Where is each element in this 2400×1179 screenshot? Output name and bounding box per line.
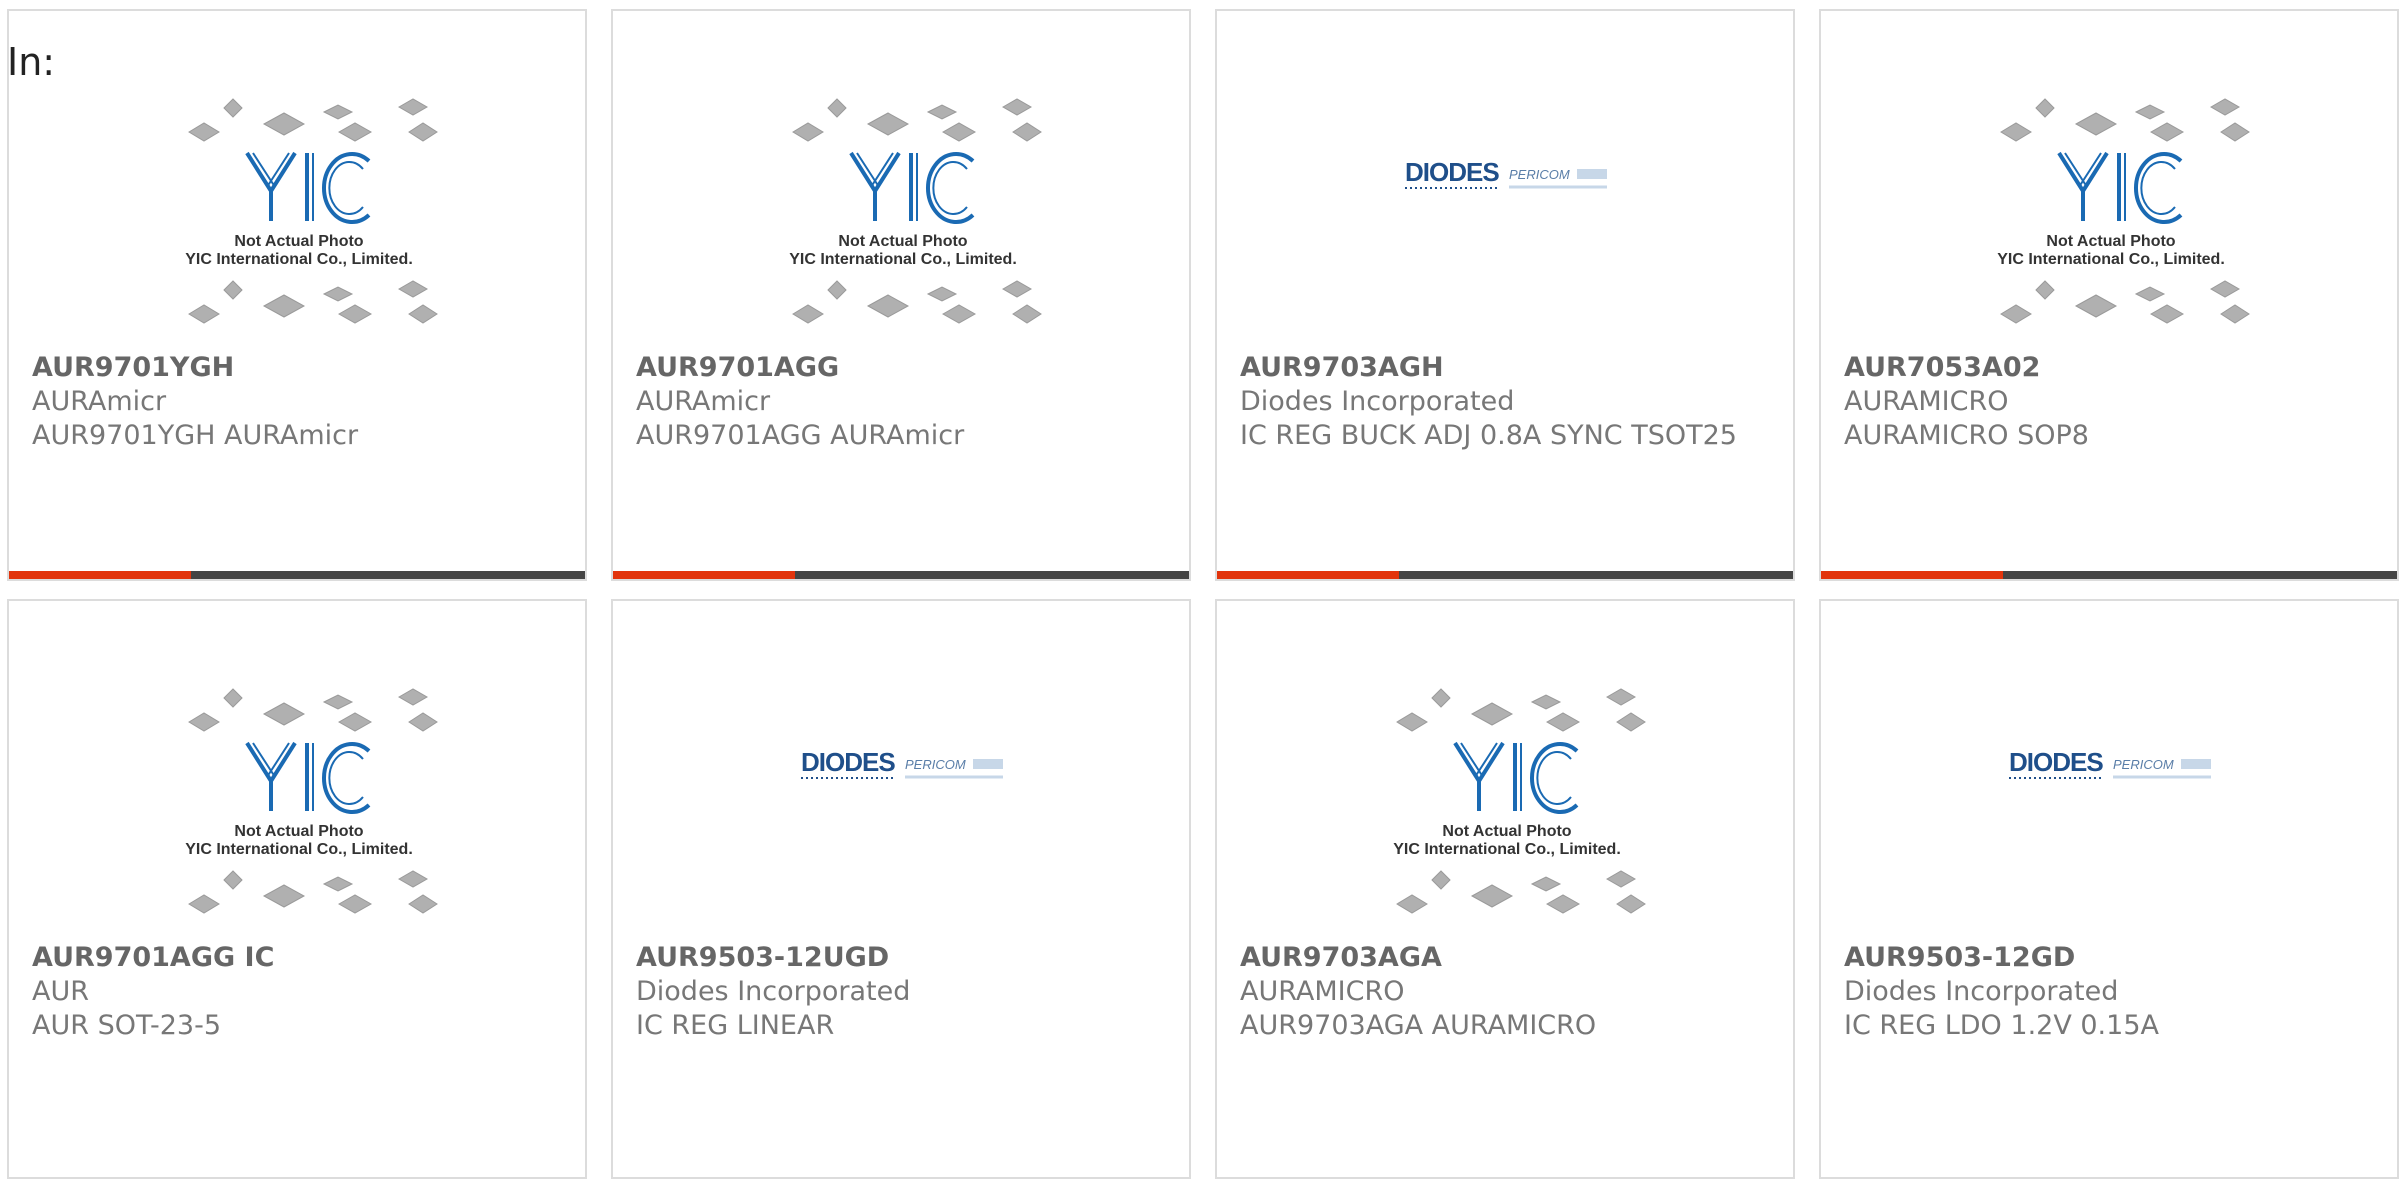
product-card[interactable]: DIODES PERICOM AUR9503-12UGD Diodes Inco… xyxy=(611,599,1191,1179)
part-number[interactable]: AUR9701YGH xyxy=(32,351,562,385)
svg-text:DIODES: DIODES xyxy=(801,747,895,777)
part-number[interactable]: AUR9503-12UGD xyxy=(636,941,1166,975)
yic-placeholder-graphic: Not Actual Photo YIC International Co., … xyxy=(185,688,438,914)
product-image[interactable]: Not Actual Photo YIC International Co., … xyxy=(613,91,1189,361)
manufacturer: AURAmicr xyxy=(32,386,167,417)
description: AUR9701AGG AURAmicr xyxy=(636,420,965,451)
svg-text:PERICOM: PERICOM xyxy=(1509,167,1570,182)
diodes-logo-graphic: DIODES PERICOM xyxy=(2009,747,2211,779)
part-number[interactable]: AUR9703AGA xyxy=(1240,941,1770,975)
manufacturer: AURAMICRO xyxy=(1240,976,1405,1007)
manufacturer: AURAMICRO xyxy=(1844,386,2009,417)
product-image[interactable]: Not Actual Photo YIC International Co., … xyxy=(1821,91,2397,361)
part-number[interactable]: AUR9703AGH xyxy=(1240,351,1770,385)
yic-placeholder-graphic: Not Actual Photo YIC International Co., … xyxy=(789,98,1042,324)
card-bottom-bar xyxy=(1821,571,2397,579)
card-bottom-bar xyxy=(1217,571,1793,579)
product-image[interactable]: Not Actual Photo YIC International Co., … xyxy=(9,91,585,361)
svg-text:DIODES: DIODES xyxy=(2009,747,2103,777)
svg-text:YIC International Co., Limited: YIC International Co., Limited. xyxy=(1393,841,1621,858)
svg-text:YIC International Co., Limited: YIC International Co., Limited. xyxy=(789,251,1017,268)
description: IC REG LINEAR xyxy=(636,1010,835,1041)
in-label: In: xyxy=(7,40,56,84)
product-grid: Not Actual Photo YIC International Co., … xyxy=(7,9,2399,1179)
product-image[interactable]: DIODES PERICOM xyxy=(613,681,1189,951)
product-image[interactable]: DIODES PERICOM xyxy=(1821,681,2397,951)
svg-text:Not Actual Photo: Not Actual Photo xyxy=(234,823,363,840)
svg-text:Not Actual Photo: Not Actual Photo xyxy=(838,233,967,250)
product-image[interactable]: DIODES PERICOM xyxy=(1217,91,1793,361)
svg-text:PERICOM: PERICOM xyxy=(2113,757,2174,772)
product-card[interactable]: Not Actual Photo YIC International Co., … xyxy=(1215,599,1795,1179)
description: AUR SOT-23-5 xyxy=(32,1010,221,1041)
svg-text:Not Actual Photo: Not Actual Photo xyxy=(234,233,363,250)
product-image[interactable]: Not Actual Photo YIC International Co., … xyxy=(9,681,585,951)
part-number[interactable]: AUR9701AGG IC xyxy=(32,941,562,975)
svg-text:YIC International Co., Limited: YIC International Co., Limited. xyxy=(185,841,413,858)
part-number[interactable]: AUR7053A02 xyxy=(1844,351,2374,385)
svg-text:PERICOM: PERICOM xyxy=(905,757,966,772)
product-card[interactable]: Not Actual Photo YIC International Co., … xyxy=(7,599,587,1179)
diodes-logo-graphic: DIODES PERICOM xyxy=(801,747,1003,779)
part-number[interactable]: AUR9701AGG xyxy=(636,351,1166,385)
product-card[interactable]: Not Actual Photo YIC International Co., … xyxy=(611,9,1191,581)
yic-placeholder-graphic: Not Actual Photo YIC International Co., … xyxy=(1997,98,2250,324)
product-card[interactable]: Not Actual Photo YIC International Co., … xyxy=(7,9,587,581)
manufacturer: AUR xyxy=(32,976,89,1007)
card-bottom-bar xyxy=(9,571,585,579)
description: AUR9703AGA AURAMICRO xyxy=(1240,1010,1597,1041)
manufacturer: Diodes Incorporated xyxy=(636,976,911,1007)
manufacturer: AURAmicr xyxy=(636,386,771,417)
svg-text:DIODES: DIODES xyxy=(1405,157,1499,187)
part-number[interactable]: AUR9503-12GD xyxy=(1844,941,2374,975)
yic-placeholder-graphic: Not Actual Photo YIC International Co., … xyxy=(185,98,438,324)
yic-placeholder-graphic: Not Actual Photo YIC International Co., … xyxy=(1393,688,1646,914)
svg-text:YIC International Co., Limited: YIC International Co., Limited. xyxy=(1997,251,2225,268)
description: IC REG LDO 1.2V 0.15A xyxy=(1844,1010,2159,1041)
card-bottom-bar xyxy=(613,571,1189,579)
description: AURAMICRO SOP8 xyxy=(1844,420,2089,451)
manufacturer: Diodes Incorporated xyxy=(1240,386,1515,417)
product-image[interactable]: Not Actual Photo YIC International Co., … xyxy=(1217,681,1793,951)
svg-text:YIC International Co., Limited: YIC International Co., Limited. xyxy=(185,251,413,268)
description: AUR9701YGH AURAmicr xyxy=(32,420,359,451)
description: IC REG BUCK ADJ 0.8A SYNC TSOT25 xyxy=(1240,420,1737,451)
product-card[interactable]: DIODES PERICOM AUR9503-12GD Diodes Incor… xyxy=(1819,599,2399,1179)
product-card[interactable]: Not Actual Photo YIC International Co., … xyxy=(1819,9,2399,581)
product-card[interactable]: DIODES PERICOM AUR9703AGH Diodes Incorpo… xyxy=(1215,9,1795,581)
manufacturer: Diodes Incorporated xyxy=(1844,976,2119,1007)
diodes-logo-graphic: DIODES PERICOM xyxy=(1405,157,1607,189)
svg-text:Not Actual Photo: Not Actual Photo xyxy=(1442,823,1571,840)
svg-text:Not Actual Photo: Not Actual Photo xyxy=(2046,233,2175,250)
